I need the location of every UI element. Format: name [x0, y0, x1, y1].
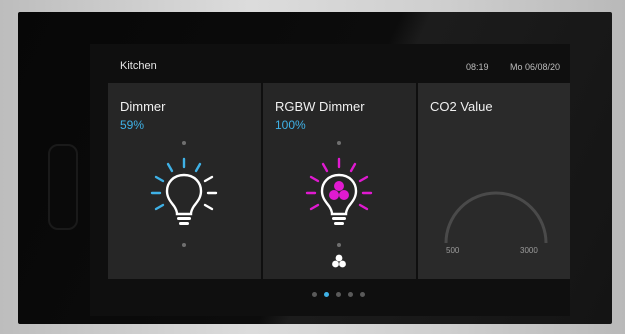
dimmer-title: Dimmer	[120, 99, 166, 114]
gauge-min-label: 500	[446, 246, 460, 255]
slider-dot-bottom	[337, 243, 341, 247]
display-screen: Kitchen 08:19 Mo 06/08/20 Dimmer 59% RGB…	[90, 44, 570, 316]
side-handle	[48, 144, 78, 230]
status-bar: Kitchen 08:19 Mo 06/08/20	[90, 44, 570, 80]
rgbw-title: RGBW Dimmer	[275, 99, 365, 114]
page-dot-5[interactable]	[360, 292, 365, 297]
co2-gauge	[444, 191, 548, 244]
page-dot-4[interactable]	[348, 292, 353, 297]
page-dot-1[interactable]	[312, 292, 317, 297]
device-frame: Kitchen 08:19 Mo 06/08/20 Dimmer 59% RGB…	[0, 0, 625, 334]
lightbulb-icon	[150, 157, 218, 225]
rgbw-value: 100%	[275, 118, 306, 132]
page-dot-2-active[interactable]	[324, 292, 329, 297]
co2-tile[interactable]: CO2 Value 500 3000	[418, 83, 570, 279]
rgb-lightbulb-icon	[305, 157, 373, 225]
tile-grid: Dimmer 59% RGBW Dimmer 100% CO2 Value 50…	[108, 83, 570, 279]
dimmer-tile[interactable]: Dimmer 59%	[108, 83, 261, 279]
gauge-max-label: 3000	[520, 246, 538, 255]
room-title: Kitchen	[120, 60, 157, 72]
slider-dot-top	[182, 141, 186, 145]
clock-date: Mo 06/08/20	[510, 62, 561, 72]
slider-dot-bottom	[182, 243, 186, 247]
slider-dot-top	[337, 141, 341, 145]
page-dot-3[interactable]	[336, 292, 341, 297]
color-circles-icon[interactable]	[331, 253, 347, 269]
rgbw-dimmer-tile[interactable]: RGBW Dimmer 100%	[263, 83, 416, 279]
clock-time: 08:19	[466, 62, 489, 72]
glass-panel: Kitchen 08:19 Mo 06/08/20 Dimmer 59% RGB…	[18, 12, 612, 324]
page-indicator	[90, 292, 570, 302]
dimmer-value: 59%	[120, 118, 145, 132]
